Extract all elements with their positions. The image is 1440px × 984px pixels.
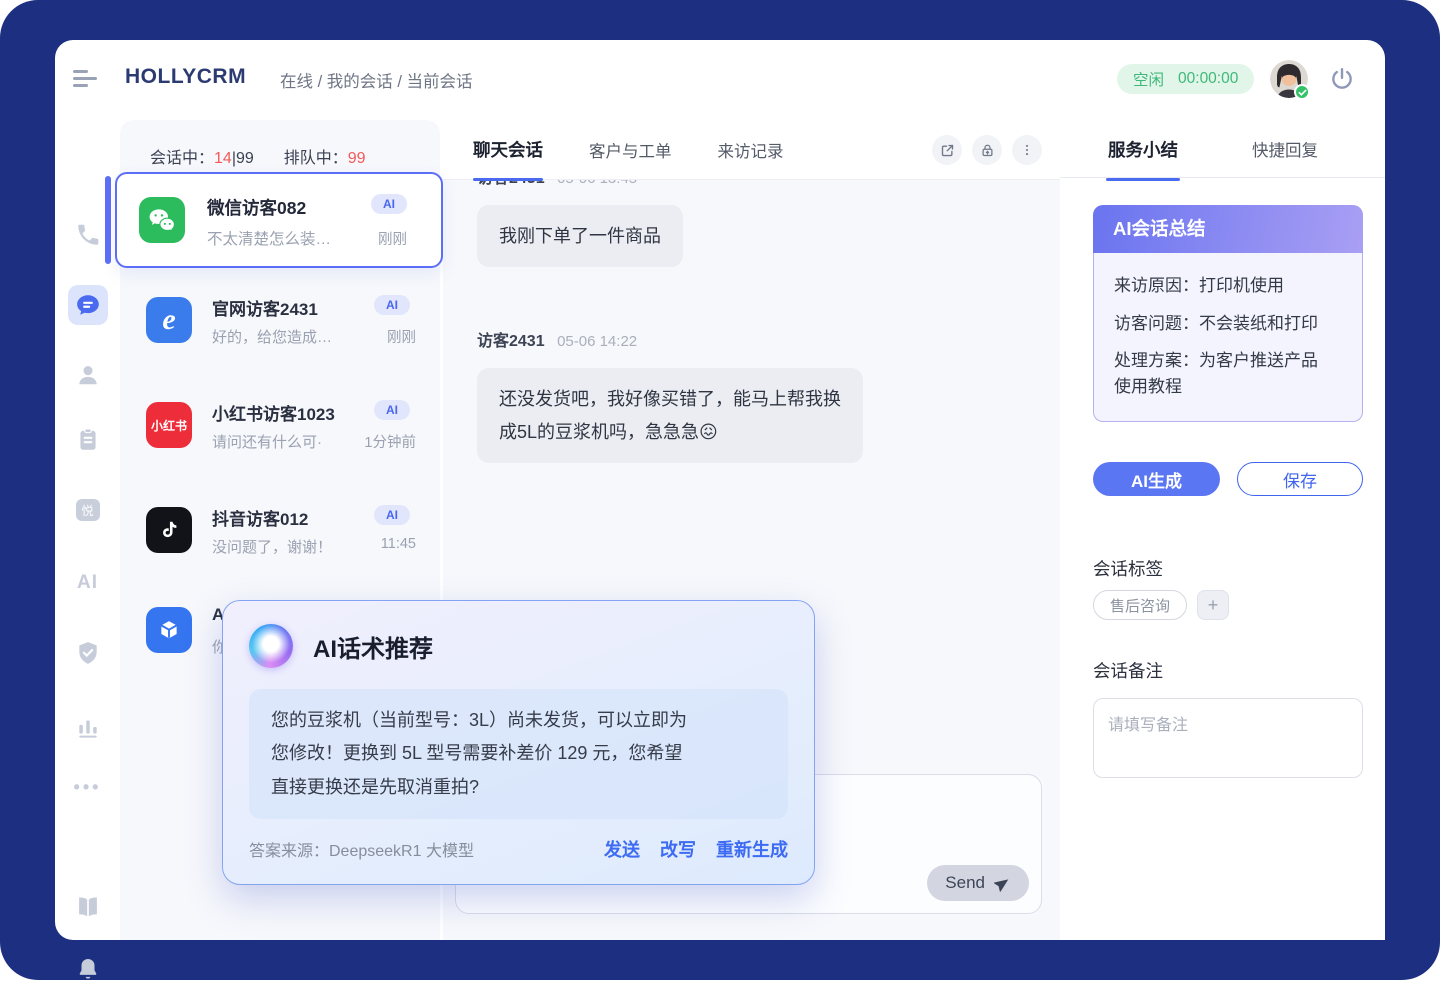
service-summary-panel: 服务小结 快捷回复 AI会话总结 来访原因：打印机使用 访客问题：不会装纸和打印…: [1060, 120, 1385, 940]
summary-line: 访客问题：不会装纸和打印: [1114, 311, 1328, 337]
tab-quick-replies[interactable]: 快捷回复: [1252, 137, 1318, 161]
message-sender: 访客2431: [477, 333, 545, 350]
douyin-icon: [146, 507, 192, 553]
tab-chat-session[interactable]: 聊天会话: [473, 120, 543, 180]
knowledge-book-icon[interactable]: [55, 892, 120, 922]
avatar[interactable]: [1270, 60, 1308, 98]
chart-icon[interactable]: [55, 712, 120, 742]
message-bubble: 还没发货吧，我好像买错了，能马上帮我换 成5L的豆浆机吗，急急急😖: [477, 368, 863, 463]
clipboard-icon[interactable]: [55, 425, 120, 455]
status-label: 空闲: [1133, 68, 1164, 90]
ai-badge: AI: [374, 400, 410, 420]
tab-service-summary[interactable]: 服务小结: [1108, 137, 1178, 162]
ai-nav-icon[interactable]: AI: [55, 568, 120, 598]
list-item[interactable]: 抖音访客012 AI 没问题了，谢谢！ 11:45: [146, 505, 430, 571]
conversation-time: 刚刚: [387, 326, 416, 347]
list-item-selected[interactable]: 微信访客082 AI 不太清楚怎么装… 刚刚: [115, 172, 443, 268]
app-cube-icon: [146, 607, 192, 653]
queue-stats: 会话中：14|99 排队中：99: [150, 144, 366, 168]
stat-active: 会话中：14|99: [150, 144, 254, 168]
conversation-title: 抖音访客012: [212, 505, 308, 530]
conversation-title: 微信访客082: [207, 195, 306, 220]
conversation-preview: 请问还有什么可·: [212, 431, 322, 452]
send-label: Send: [945, 873, 985, 893]
breadcrumb[interactable]: 在线 / 我的会话 / 当前会话: [280, 68, 473, 92]
panel-tabbar: 服务小结 快捷回复: [1060, 120, 1385, 178]
conversation-preview: 好的，给您造成…: [212, 326, 332, 347]
message-bubble: 我刚下单了一件商品: [477, 205, 683, 267]
ai-badge: AI: [374, 505, 410, 525]
note-label: 会话备注: [1093, 658, 1163, 683]
add-tag-button[interactable]: +: [1197, 590, 1229, 620]
selected-accent-bar: [105, 176, 111, 264]
note-textarea[interactable]: [1093, 698, 1363, 778]
more-ellipsis-icon[interactable]: •••: [55, 772, 120, 802]
message-time: 05-06 14:22: [557, 333, 637, 350]
tag-after-sales[interactable]: 售后咨询: [1093, 590, 1187, 620]
summary-line: 处理方案：为客户推送产品使用教程: [1114, 348, 1328, 399]
list-item[interactable]: e 官网访客2431 AI 好的，给您造成… 刚刚: [146, 295, 430, 361]
send-button[interactable]: Send: [927, 865, 1029, 901]
ai-summary-title: AI会话总结: [1093, 205, 1363, 253]
popup-send-link[interactable]: 发送: [604, 836, 640, 862]
conversation-preview: 不太清楚怎么装…: [207, 227, 331, 249]
conversation-time: 刚刚: [378, 228, 407, 249]
tab-customer-tickets[interactable]: 客户与工单: [589, 120, 672, 180]
app-window: HOLLYCRM 在线 / 我的会话 / 当前会话 空闲 00:00:00: [55, 40, 1385, 940]
chat-tabbar: 聊天会话 客户与工单 来访记录: [443, 120, 1060, 180]
kebab-menu-icon[interactable]: [1012, 135, 1042, 165]
conversation-time: 1分钟前: [364, 431, 416, 452]
conversation-preview: 没问题了，谢谢！: [212, 536, 332, 557]
status-timer: 00:00:00: [1178, 70, 1238, 88]
save-button[interactable]: 保存: [1237, 462, 1363, 496]
app-frame: HOLLYCRM 在线 / 我的会话 / 当前会话 空闲 00:00:00: [0, 0, 1440, 980]
conversation-title: 小红书访客1023: [212, 400, 335, 425]
ie-browser-icon: e: [146, 297, 192, 343]
yue-chat-icon[interactable]: 悦: [55, 495, 120, 525]
brand-logo: HOLLYCRM: [125, 65, 246, 89]
top-header: HOLLYCRM 在线 / 我的会话 / 当前会话 空闲 00:00:00: [55, 40, 1385, 120]
contacts-icon[interactable]: [55, 360, 120, 390]
summary-line: 来访原因：打印机使用: [1114, 273, 1328, 299]
message-meta: 访客2431 05-06 14:22: [477, 327, 1060, 351]
list-item[interactable]: 小红书 小红书访客1023 AI 请问还有什么可· 1分钟前: [146, 400, 430, 466]
ai-generate-button[interactable]: AI生成: [1093, 462, 1220, 496]
send-arrow-icon: [991, 871, 1015, 895]
online-check-icon: [1294, 84, 1310, 100]
share-icon[interactable]: [932, 135, 962, 165]
tab-visit-history[interactable]: 来访记录: [718, 120, 784, 180]
xiaohongshu-icon: 小红书: [146, 402, 192, 448]
ai-badge: AI: [371, 194, 407, 214]
chat-icon[interactable]: [55, 290, 120, 320]
agent-status-badge[interactable]: 空闲 00:00:00: [1117, 64, 1254, 94]
conversation-time: 11:45: [381, 536, 416, 552]
wechat-icon: [139, 197, 185, 243]
popup-regenerate-link[interactable]: 重新生成: [716, 836, 788, 862]
ai-suggestion-popup: AI话术推荐 您的豆浆机（当前型号：3L）尚未发货，可以立即为 您修改！更换到 …: [222, 600, 815, 885]
ai-summary-card: AI会话总结 来访原因：打印机使用 访客问题：不会装纸和打印 处理方案：为客户推…: [1093, 205, 1363, 422]
tags-label: 会话标签: [1093, 556, 1163, 581]
ai-badge: AI: [374, 295, 410, 315]
conversation-title: 官网访客2431: [212, 295, 318, 320]
ai-orb-icon: [249, 624, 293, 668]
lock-icon[interactable]: [972, 135, 1002, 165]
ai-suggestion-text: 您的豆浆机（当前型号：3L）尚未发货，可以立即为 您修改！更换到 5L 型号需要…: [249, 689, 788, 819]
shield-icon[interactable]: [55, 638, 120, 668]
popup-title: AI话术推荐: [313, 629, 433, 664]
answer-source: 答案来源：DeepseekR1 大模型: [249, 837, 474, 861]
stat-queued: 排队中：99: [284, 144, 366, 168]
menu-icon[interactable]: [73, 70, 97, 90]
power-icon[interactable]: [1329, 66, 1355, 92]
popup-rewrite-link[interactable]: 改写: [660, 836, 696, 862]
